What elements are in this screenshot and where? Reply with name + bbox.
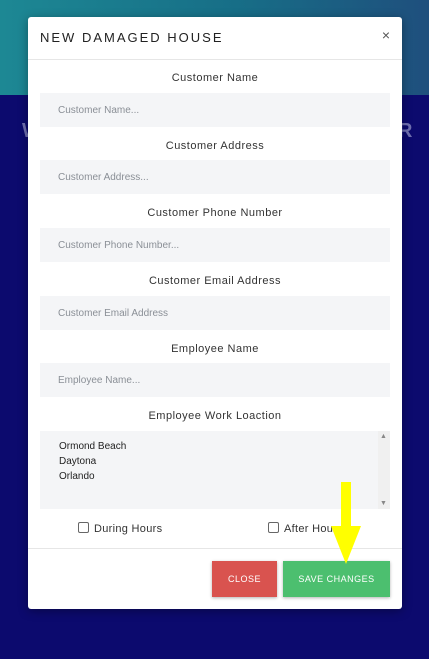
modal-title: NEW DAMAGED HOUSE bbox=[40, 30, 224, 45]
customer-phone-label: Customer Phone Number bbox=[147, 207, 283, 219]
modal-header: NEW DAMAGED HOUSE × bbox=[28, 17, 402, 60]
after-hours-checkbox[interactable] bbox=[268, 522, 279, 533]
customer-email-label: Customer Email Address bbox=[148, 275, 282, 287]
during-hours-option[interactable]: During Hours bbox=[78, 522, 162, 535]
customer-address-input[interactable] bbox=[40, 160, 390, 194]
close-icon[interactable]: × bbox=[382, 27, 390, 43]
customer-name-input[interactable] bbox=[40, 93, 390, 127]
customer-address-label: Customer Address bbox=[165, 140, 265, 152]
work-location-label: Employee Work Loaction bbox=[148, 410, 282, 422]
employee-name-label: Employee Name bbox=[171, 343, 259, 355]
customer-name-label: Customer Name bbox=[171, 72, 259, 84]
close-button[interactable]: CLOSE bbox=[212, 561, 277, 597]
work-location-option[interactable]: Orlando bbox=[59, 471, 95, 482]
scroll-up-icon[interactable]: ▲ bbox=[380, 433, 387, 440]
scroll-down-icon[interactable]: ▼ bbox=[380, 500, 387, 507]
yellow-arrow-icon bbox=[331, 482, 361, 564]
during-hours-checkbox[interactable] bbox=[78, 522, 89, 533]
select-scrollbar[interactable]: ▲ ▼ bbox=[378, 431, 390, 509]
employee-name-input[interactable] bbox=[40, 363, 390, 397]
customer-email-input[interactable] bbox=[40, 296, 390, 330]
work-location-option[interactable]: Ormond Beach bbox=[59, 441, 126, 452]
work-location-option[interactable]: Daytona bbox=[59, 456, 96, 467]
customer-phone-input[interactable] bbox=[40, 228, 390, 262]
save-changes-button[interactable]: SAVE CHANGES bbox=[283, 561, 390, 597]
during-hours-label: During Hours bbox=[94, 523, 163, 535]
